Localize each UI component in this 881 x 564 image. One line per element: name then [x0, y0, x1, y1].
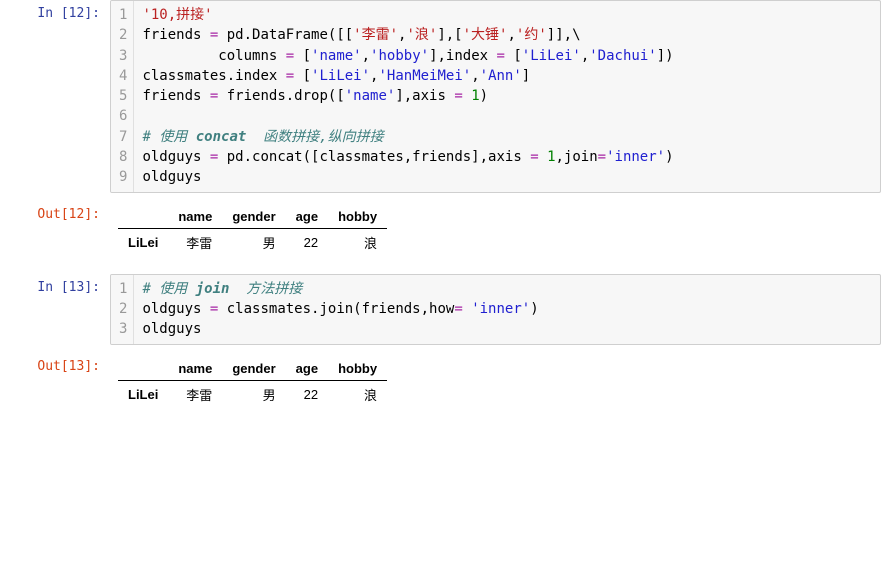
table-header-row: name gender age hobby	[118, 357, 387, 381]
col-header: name	[168, 205, 222, 229]
gutter-2: 1 2 3	[111, 275, 134, 344]
out-prompt-2: Out[13]:	[0, 353, 110, 374]
table-header-row: name gender age hobby	[118, 205, 387, 229]
row-index: LiLei	[118, 380, 168, 408]
cell-2-input: In [13]: 1 2 3 # 使用 join 方法拼接 oldguys = …	[0, 274, 881, 345]
cell: 22	[286, 228, 328, 256]
cell: 浪	[328, 228, 387, 256]
col-header: age	[286, 357, 328, 381]
code-1[interactable]: '10,拼接' friends = pd.DataFrame([['李雷','浪…	[134, 1, 880, 192]
col-header: name	[168, 357, 222, 381]
col-header: hobby	[328, 205, 387, 229]
code-area-2[interactable]: 1 2 3 # 使用 join 方法拼接 oldguys = classmate…	[110, 274, 881, 345]
col-header: hobby	[328, 357, 387, 381]
dataframe-2: name gender age hobby LiLei 李雷 男 22 浪	[118, 357, 387, 408]
col-header: gender	[222, 357, 285, 381]
col-header: gender	[222, 205, 285, 229]
cell: 男	[222, 380, 285, 408]
cell: 李雷	[168, 380, 222, 408]
code-area-1[interactable]: 1 2 3 4 5 6 7 8 9 '10,拼接' friends = pd.D…	[110, 0, 881, 193]
cell-1-input: In [12]: 1 2 3 4 5 6 7 8 9 '10,拼接' frien…	[0, 0, 881, 193]
gutter-1: 1 2 3 4 5 6 7 8 9	[111, 1, 134, 192]
table-row: LiLei 李雷 男 22 浪	[118, 380, 387, 408]
in-prompt-1: In [12]:	[0, 0, 110, 21]
cell: 22	[286, 380, 328, 408]
cell-1-output: Out[12]: name gender age hobby LiLei 李雷 …	[0, 201, 881, 266]
code-2[interactable]: # 使用 join 方法拼接 oldguys = classmates.join…	[134, 275, 880, 344]
out-prompt-1: Out[12]:	[0, 201, 110, 222]
out-area-1: name gender age hobby LiLei 李雷 男 22 浪	[110, 201, 881, 266]
out-area-2: name gender age hobby LiLei 李雷 男 22 浪	[110, 353, 881, 418]
cell-2-output: Out[13]: name gender age hobby LiLei 李雷 …	[0, 353, 881, 418]
cell: 李雷	[168, 228, 222, 256]
table-row: LiLei 李雷 男 22 浪	[118, 228, 387, 256]
col-header: age	[286, 205, 328, 229]
dataframe-1: name gender age hobby LiLei 李雷 男 22 浪	[118, 205, 387, 256]
cell: 浪	[328, 380, 387, 408]
in-prompt-2: In [13]:	[0, 274, 110, 295]
cell: 男	[222, 228, 285, 256]
row-index: LiLei	[118, 228, 168, 256]
